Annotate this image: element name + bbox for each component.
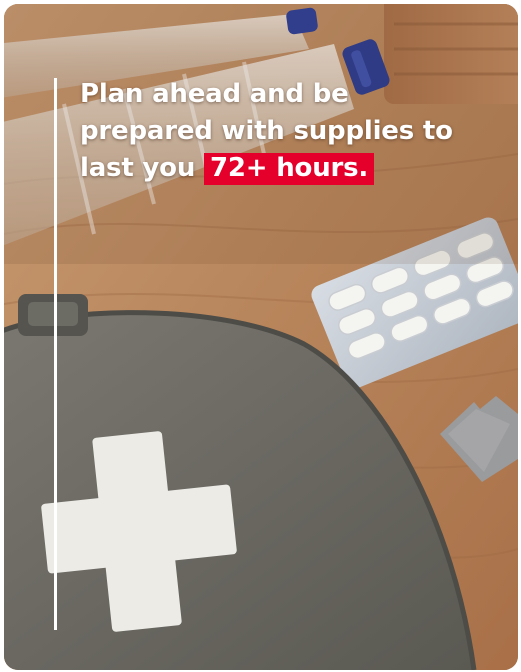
headline: Plan ahead and be prepared with supplies… bbox=[80, 76, 500, 187]
zipper-pull bbox=[18, 294, 88, 336]
headline-line-2: prepared with supplies to bbox=[80, 116, 453, 146]
headline-line-3: last you bbox=[80, 153, 196, 183]
emergency-prep-card: Plan ahead and be prepared with supplies… bbox=[4, 4, 518, 670]
accent-line bbox=[54, 78, 57, 630]
headline-line-1: Plan ahead and be bbox=[80, 79, 349, 109]
highlight-badge: 72+ hours. bbox=[204, 153, 375, 185]
